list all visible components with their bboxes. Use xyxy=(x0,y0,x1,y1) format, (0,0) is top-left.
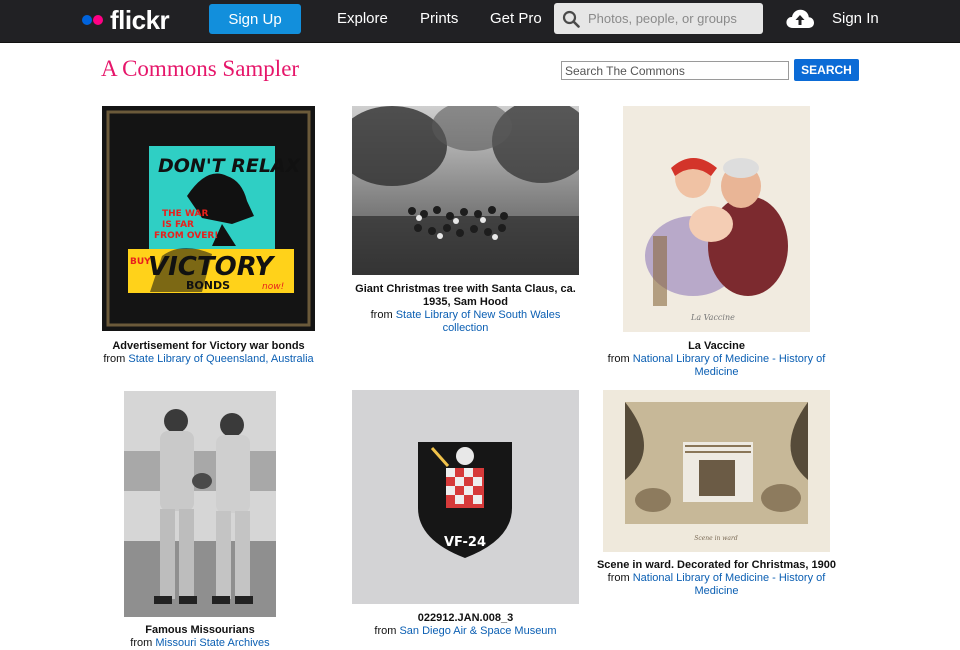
caption-la-vaccine: La Vaccine from National Library of Medi… xyxy=(596,340,837,379)
photo-title[interactable]: Scene in ward. Decorated for Christmas, … xyxy=(596,559,837,572)
caption-scene-in-ward: Scene in ward. Decorated for Christmas, … xyxy=(596,559,837,598)
photo-from-label: from xyxy=(130,637,153,649)
top-navigation-bar: flickr Sign Up Explore Prints Get Pro Si… xyxy=(0,0,960,43)
caption-famous-missourians: Famous Missourians from Missouri State A… xyxy=(100,624,300,650)
global-search-box[interactable] xyxy=(554,3,763,34)
svg-text:La Vaccine: La Vaccine xyxy=(690,313,735,322)
photo-la-vaccine[interactable]: La Vaccine xyxy=(623,106,810,332)
photo-title[interactable]: 022912.JAN.008_3 xyxy=(352,612,579,625)
logo-wordmark: flickr xyxy=(110,5,170,35)
sign-in-link[interactable]: Sign In xyxy=(832,4,879,34)
photo-from-label: from xyxy=(374,625,397,637)
poster-line-1: THE WAR xyxy=(162,209,208,219)
photo-from-label: from xyxy=(607,353,630,365)
commons-search-input[interactable] xyxy=(561,61,789,80)
photo-title[interactable]: Famous Missourians xyxy=(100,624,300,637)
photo-title[interactable]: Giant Christmas tree with Santa Claus, c… xyxy=(352,283,579,309)
nav-get-pro-link[interactable]: Get Pro xyxy=(490,4,542,34)
photo-source-link[interactable]: Missouri State Archives xyxy=(155,637,269,649)
photo-from-label: from xyxy=(103,353,126,365)
poster-line-2: IS FAR xyxy=(162,220,194,230)
photo-source-link[interactable]: San Diego Air & Space Museum xyxy=(399,625,556,637)
photo-source-link[interactable]: State Library of New South Wales collect… xyxy=(396,309,561,334)
photo-source-link[interactable]: State Library of Queensland, Australia xyxy=(128,353,313,365)
photo-from-label: from xyxy=(370,309,393,321)
photo-scene-in-ward[interactable]: Scene in ward xyxy=(603,390,830,552)
poster-bonds: BONDS xyxy=(186,279,230,292)
upload-cloud-icon[interactable] xyxy=(785,7,815,31)
poster-now: now! xyxy=(262,282,284,292)
photo-from-label: from xyxy=(607,572,630,584)
photo-source-link[interactable]: National Library of Medicine - History o… xyxy=(633,572,826,597)
page-title: A Commons Sampler xyxy=(101,56,300,81)
caption-christmas-tree: Giant Christmas tree with Santa Claus, c… xyxy=(352,283,579,335)
nav-explore-link[interactable]: Explore xyxy=(337,4,388,34)
nav-prints-link[interactable]: Prints xyxy=(420,4,458,34)
caption-victory-bonds: Advertisement for Victory war bonds from… xyxy=(92,340,325,366)
sign-up-button[interactable]: Sign Up xyxy=(209,4,301,34)
poster-headline: DON'T RELAX xyxy=(158,155,302,177)
photo-victory-bonds[interactable]: DON'T RELAX THE WAR IS FAR FROM OVER! BU… xyxy=(102,106,315,331)
photo-title[interactable]: La Vaccine xyxy=(596,340,837,353)
global-search-input[interactable] xyxy=(588,4,758,33)
poster-line-3: FROM OVER! xyxy=(154,231,218,241)
search-icon[interactable] xyxy=(554,3,588,34)
commons-search-button[interactable]: SEARCH xyxy=(794,59,859,81)
patch-text: VF-24 xyxy=(444,535,486,550)
flickr-logo[interactable]: flickr xyxy=(82,5,170,35)
poster-victory: VICTORY xyxy=(148,252,276,282)
photo-source-link[interactable]: National Library of Medicine - History o… xyxy=(633,353,826,378)
photo-title[interactable]: Advertisement for Victory war bonds xyxy=(92,340,325,353)
photo-famous-missourians[interactable] xyxy=(124,391,276,617)
logo-pink-dot xyxy=(93,15,103,25)
svg-text:Scene in ward: Scene in ward xyxy=(694,535,738,542)
photo-christmas-tree[interactable] xyxy=(352,106,579,275)
logo-blue-dot xyxy=(82,15,92,25)
photo-vf24-patch[interactable]: VF-24 xyxy=(352,390,579,604)
caption-vf24-patch: 022912.JAN.008_3 from San Diego Air & Sp… xyxy=(352,612,579,638)
